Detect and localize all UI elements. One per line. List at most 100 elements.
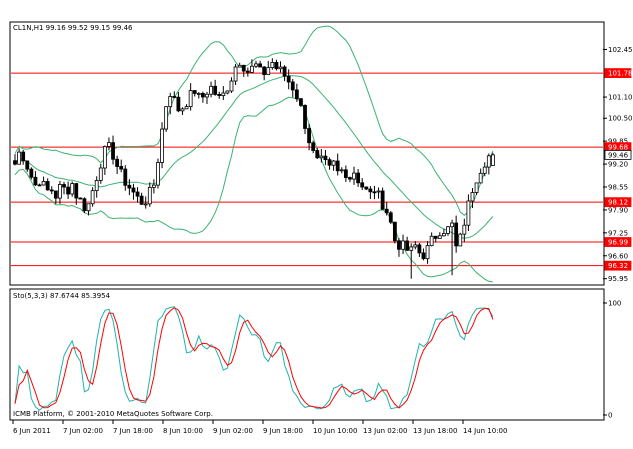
candle-body [127, 184, 132, 189]
candle-body [274, 61, 279, 70]
time-tick-label: 13 Jun 02:00 [363, 427, 407, 435]
candle-body [164, 106, 169, 130]
candle-body [58, 184, 62, 199]
candle-body [62, 184, 66, 188]
candle-body [262, 66, 267, 76]
price-tick-label: 101.10 [608, 94, 633, 102]
candle-body [217, 93, 222, 96]
candle-body [266, 67, 271, 76]
candle-body [49, 189, 54, 192]
time-tick-label: 10 Jun 10:00 [313, 427, 357, 435]
price-tag: 99.46 [604, 150, 632, 160]
price-tag: 96.32 [604, 260, 632, 271]
candle-body [250, 65, 254, 73]
candle-body [425, 245, 430, 260]
candle-body [29, 168, 34, 178]
terminal-chart-window: 102.45 101.10 100.50 99.85 99.20 98.55 97.90 97… [0, 0, 633, 445]
candle-body [107, 142, 111, 147]
candle [156, 158, 160, 189]
candle [458, 232, 463, 247]
candle-body [160, 128, 164, 163]
candle-body [192, 90, 197, 94]
candle-body [437, 235, 442, 239]
time-tick-label: 8 Jun 10:00 [163, 427, 203, 435]
candle-body [446, 226, 450, 234]
candle-body [21, 151, 26, 162]
candle-body [200, 93, 205, 98]
price-tick-label: 97.90 [608, 206, 628, 214]
candle-body [94, 180, 99, 192]
candle-body [168, 96, 173, 108]
time-tick-label: 6 Jun 2011 [13, 427, 51, 435]
candle-body [17, 151, 21, 165]
price-tag: 101.78 [604, 68, 633, 78]
candle-body [482, 166, 487, 174]
candle-body [143, 203, 148, 206]
chart-canvas[interactable]: 102.45101.10100.5099.8599.2098.5597.9097… [0, 0, 633, 445]
candle-body [299, 98, 303, 106]
candle-body [90, 190, 95, 205]
candle [388, 210, 393, 225]
price-pane-frame [9, 21, 605, 286]
candle-body [131, 187, 136, 193]
candle-body [290, 81, 295, 91]
candle-body [470, 192, 475, 202]
candle-body [139, 195, 144, 205]
candle-body [254, 63, 258, 67]
candle-body [405, 240, 410, 251]
price-tick-label: 99.20 [608, 161, 628, 169]
candle-body [102, 146, 107, 169]
candle-body [74, 183, 79, 199]
time-tick-label: 9 Jun 18:00 [263, 427, 303, 435]
candle-body [156, 162, 160, 186]
candle-body [237, 64, 242, 68]
candle-body [221, 92, 226, 96]
price-tag: 98.12 [604, 197, 632, 208]
price-axis: 102.45101.10100.5099.8599.2098.5597.9097… [603, 46, 633, 283]
time-tick-label: 14 Jun 10:00 [463, 427, 507, 435]
candle-body [376, 190, 381, 193]
candle-body [151, 184, 156, 188]
copyright-label: ICMB Platform, © 2001-2010 MetaQuotes So… [13, 410, 213, 418]
candle-body [13, 160, 17, 165]
candle-body [286, 75, 291, 83]
candle [491, 152, 495, 166]
candle-body [364, 186, 369, 190]
candle-body [343, 169, 348, 178]
candle-body [388, 212, 393, 223]
price-tick-label: 96.60 [608, 252, 628, 260]
price-tag-label: 96.32 [608, 262, 628, 270]
candle-body [278, 66, 283, 70]
candle-body [348, 177, 352, 180]
candle-body [319, 155, 324, 159]
candle-body [372, 191, 377, 194]
candle-body [454, 222, 459, 247]
candle-body [368, 188, 373, 193]
candle [380, 187, 385, 210]
candle-body [478, 172, 483, 184]
candle-body [323, 155, 328, 161]
candle-body [409, 246, 414, 251]
candle-body [384, 208, 389, 214]
candle-body [327, 159, 332, 166]
candle-body [491, 154, 495, 166]
candle [299, 98, 303, 108]
candle-body [417, 244, 422, 254]
price-tick-label: 98.55 [608, 184, 628, 192]
candle-body [119, 166, 124, 170]
candle-body [172, 96, 177, 98]
candle-body [123, 168, 128, 186]
candle-body [392, 221, 397, 242]
candle-body [335, 160, 340, 172]
candle-body [245, 70, 250, 73]
candle-body [115, 158, 120, 167]
candle-body [462, 224, 467, 235]
time-tick-label: 9 Jun 02:00 [213, 427, 253, 435]
price-tick-label: 102.45 [608, 46, 633, 54]
candle-body [196, 93, 201, 95]
candle-body [282, 66, 287, 77]
candle-body [53, 190, 58, 199]
candle-body [25, 160, 30, 170]
price-tick-label: 100.50 [608, 115, 633, 123]
candle-body [98, 167, 103, 181]
